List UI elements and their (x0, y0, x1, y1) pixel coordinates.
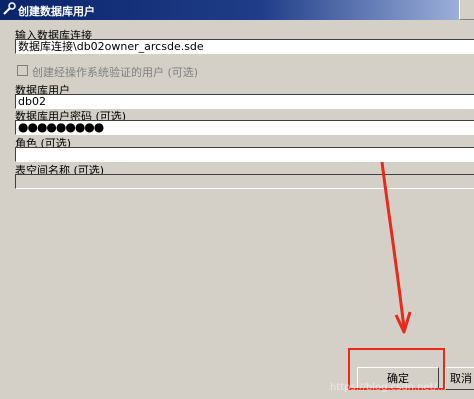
title-bar: 创建数据库用户 (0, 0, 474, 20)
connection-input[interactable]: 数据库连接\db02owner_arcsde.sde (15, 39, 474, 54)
window-title: 创建数据库用户 (18, 5, 95, 18)
cancel-button[interactable]: 取消 (445, 367, 474, 390)
arrow-shaft (380, 161, 406, 329)
wrench-icon (3, 2, 16, 15)
annotation-arrow (380, 161, 412, 334)
db-user-input[interactable]: db02 (15, 94, 474, 109)
watermark: https://blog.csdn.net/... (330, 382, 447, 393)
db-password-input[interactable]: ●●●●●●●●● (15, 120, 474, 135)
os-auth-checkbox[interactable] (17, 65, 28, 76)
os-auth-checkbox-label: 创建经操作系统验证的用户 (可选) (32, 66, 199, 79)
window-control-button[interactable] (459, 0, 474, 20)
